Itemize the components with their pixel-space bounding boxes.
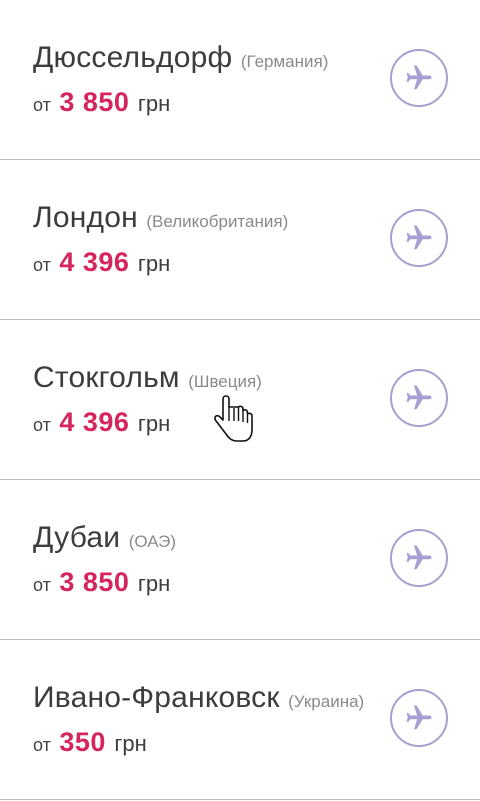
price-prefix: от [33,95,51,115]
price-amount: 350 [59,727,106,757]
price-prefix: от [33,735,51,755]
country-name: (Швеция) [188,372,262,391]
price-prefix: от [33,575,51,595]
book-flight-button[interactable] [390,689,448,747]
destination-row[interactable]: Лондон (Великобритания) от 4 396 грн [0,160,480,320]
price-prefix: от [33,415,51,435]
destination-info: Ивано-Франковск (Украина) от 350 грн [33,680,364,762]
book-flight-button[interactable] [390,529,448,587]
destination-info: Дюссельдорф (Германия) от 3 850 грн [33,40,328,122]
city-name: Дюссельдорф [33,41,233,74]
book-flight-button[interactable] [390,369,448,427]
destination-row[interactable]: Дюссельдорф (Германия) от 3 850 грн [0,0,480,160]
city-name: Ивано-Франковск [33,681,280,714]
city-name: Стокгольм [33,361,180,394]
country-name: (Украина) [288,692,365,711]
city-name: Дубаи [33,521,121,554]
price-amount: 3 850 [59,87,130,117]
country-name: (Великобритания) [146,212,289,231]
price-amount: 3 850 [59,567,130,597]
price-prefix: от [33,255,51,275]
airplane-icon [406,705,432,730]
destination-info: Лондон (Великобритания) от 4 396 грн [33,200,288,282]
country-name: (Германия) [240,52,329,71]
destination-row[interactable]: Дубаи (ОАЭ) от 3 850 грн [0,480,480,640]
book-flight-button[interactable] [390,49,448,107]
country-name: (ОАЭ) [128,532,177,551]
book-flight-button[interactable] [390,209,448,267]
price-currency: грн [137,251,171,276]
price-currency: грн [137,571,171,596]
price-currency: грн [137,411,171,436]
airplane-icon [406,65,432,90]
destination-row[interactable]: Ивано-Франковск (Украина) от 350 грн [0,640,480,800]
destination-info: Дубаи (ОАЭ) от 3 850 грн [33,520,176,602]
airplane-icon [406,225,432,250]
hand-pointer-icon [214,395,253,442]
airplane-icon [406,545,432,570]
city-name: Лондон [33,201,138,234]
price-currency: грн [114,731,147,756]
airplane-icon [406,385,432,410]
price-amount: 4 396 [59,247,130,277]
price-amount: 4 396 [59,407,130,437]
price-currency: грн [137,91,171,116]
